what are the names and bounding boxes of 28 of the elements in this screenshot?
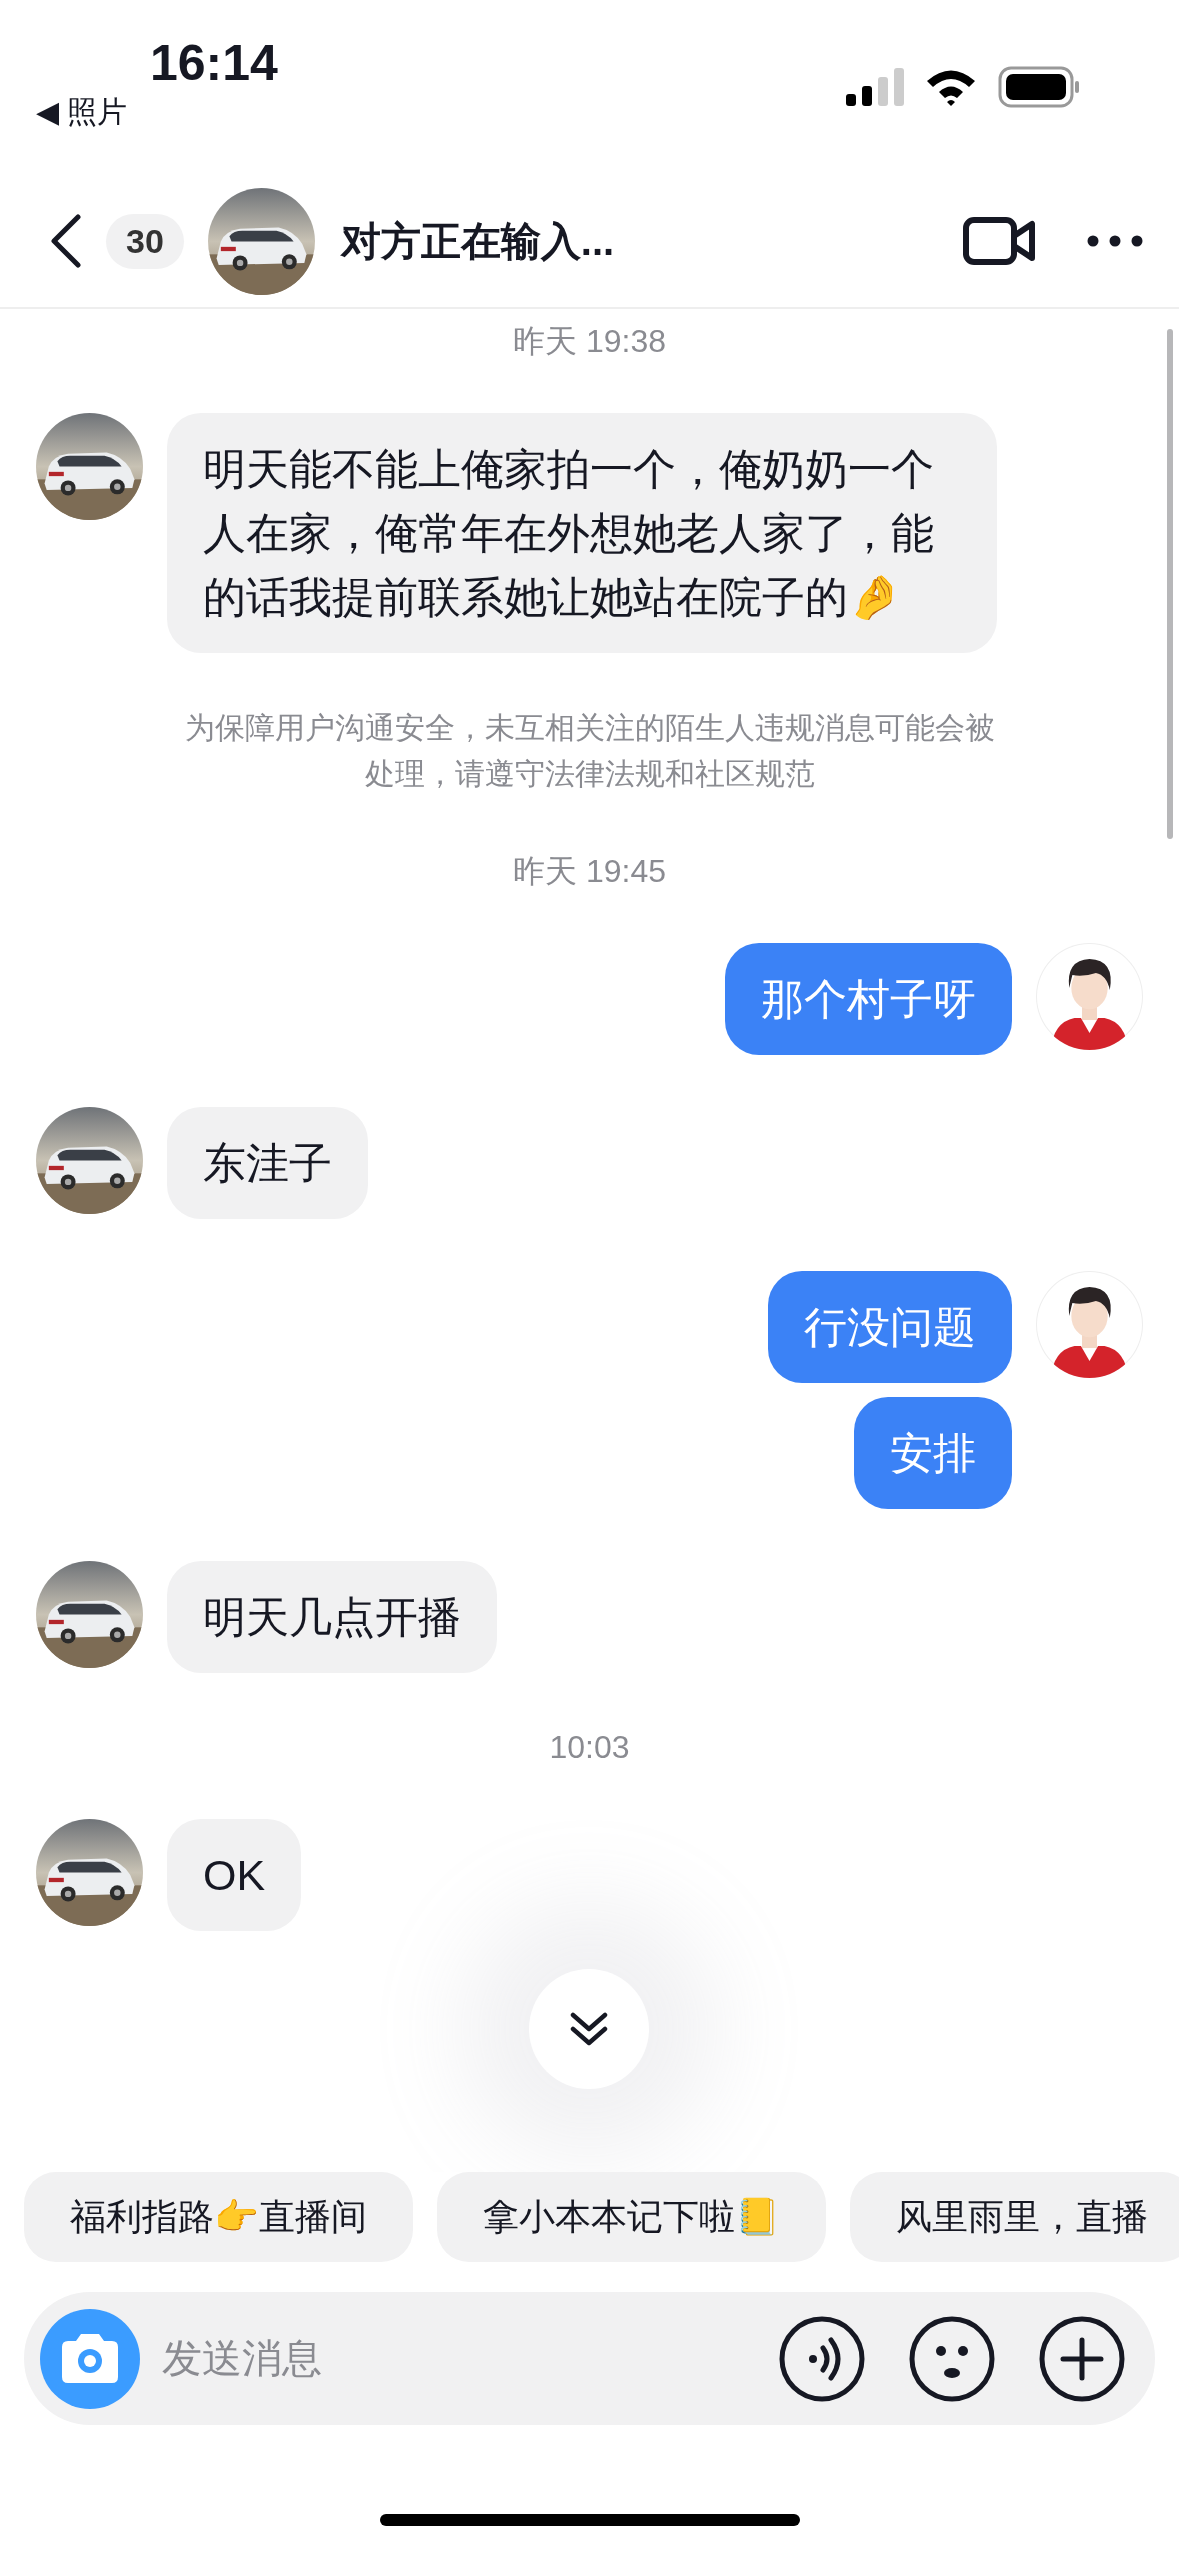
more-icon[interactable]	[1087, 235, 1143, 247]
unread-count: 30	[106, 213, 184, 269]
battery-icon	[998, 66, 1080, 108]
camera-button[interactable]	[40, 2308, 140, 2409]
message-bubble: 东洼子	[167, 1107, 368, 1219]
chat-title: 对方正在输入...	[340, 217, 616, 265]
message-bubble: 明天能不能上俺家拍一个，俺奶奶一个人在家，俺常年在外想她老人家了，能的话我提前联系她让她站在院子的🤌	[167, 413, 997, 653]
back-to-app-link[interactable]: ◀ 照片	[36, 92, 128, 133]
signal-icon	[846, 68, 906, 108]
voice-icon[interactable]	[779, 2315, 865, 2402]
message-bubble: 行没问题	[768, 1271, 1012, 1383]
timestamp: 昨天 19:38	[512, 322, 667, 361]
timestamp: 10:03	[548, 1728, 631, 1767]
plus-icon[interactable]	[1039, 2315, 1125, 2402]
message-bubble: 明天几点开播	[167, 1561, 497, 1673]
safety-notice: 为保障用户沟通安全，未互相关注的陌生人违规消息可能会被处理，请遵守法律法规和社区规范	[183, 710, 996, 792]
quick-reply-chip[interactable]: 拿小本本记下啦📒	[437, 2172, 826, 2262]
video-call-icon[interactable]	[963, 216, 1035, 266]
clock-time: 16:14	[150, 34, 278, 92]
message-bubble: OK	[167, 1819, 302, 1931]
timestamp: 昨天 19:45	[512, 852, 667, 891]
message-input[interactable]: 发送消息	[160, 2335, 735, 2382]
message-bubble: 安排	[854, 1397, 1012, 1509]
quick-reply-chip[interactable]: 福利指路👉直播间	[24, 2172, 413, 2262]
message-bubble: 那个村子呀	[725, 943, 1012, 1055]
smiley-icon[interactable]	[909, 2315, 995, 2402]
quick-reply-chip[interactable]: 风里雨里，直播	[850, 2172, 1179, 2262]
back-icon[interactable]	[48, 213, 82, 269]
